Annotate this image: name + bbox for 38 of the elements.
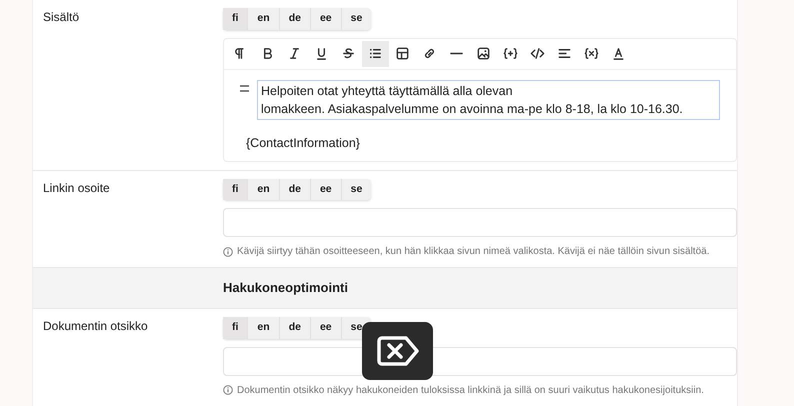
braces-plus-icon	[503, 46, 518, 62]
section-heading: Hakukoneoptimointi	[223, 280, 348, 296]
language-tab[interactable]: fi	[223, 316, 248, 338]
info-icon	[223, 385, 233, 395]
list-item-text: Helpoiten otat yhteyttä täyttämällä alla olevan lomakkeen. Asiakaspalvelumme on avoinna ma-pe klo 8-18, la klo 10-16.30.	[257, 80, 720, 120]
rich-text-editor[interactable]: Helpoiten otat yhteyttä täyttämällä alla olevan lomakkeen. Asiakaspalvelumme on avoinna ma-pe klo 8-18, la klo 10-16.30. {ContactInformation}	[223, 38, 737, 162]
text-input[interactable]	[223, 208, 737, 238]
drag-handle-icon	[240, 84, 249, 92]
language-tab[interactable]: ee	[310, 178, 342, 200]
language-tab[interactable]: de	[280, 8, 311, 30]
language-tab[interactable]: se	[342, 8, 372, 30]
editor-paragraph: {ContactInformation}	[246, 134, 361, 152]
help-text: Kävijä siirtyy tähän osoitteeseen, kun hän klikkaa sivun nimeä valikosta. Kävijä ei näe tällöin sivun sisältöä.	[237, 245, 710, 260]
underline-icon	[314, 46, 329, 62]
image-icon	[476, 46, 491, 62]
table-icon	[395, 46, 410, 62]
help-text: Dokumentin otsikko näkyy hakukoneiden tuloksissa linkkinä ja sillä on suuri vaikutus hakukonesijoituksiin.	[237, 384, 704, 398]
language-tab[interactable]: se	[342, 178, 372, 200]
code-icon	[530, 46, 545, 62]
toolbar-button[interactable]	[362, 40, 389, 67]
braces-x-icon	[584, 46, 599, 62]
field-label: Dokumentin otsikko	[43, 318, 148, 333]
italic-icon	[287, 46, 302, 62]
language-tab[interactable]: ee	[310, 316, 342, 338]
horizontal-rule-icon	[449, 52, 464, 56]
field-label: Linkin osoite	[43, 180, 110, 194]
language-tab[interactable]: en	[248, 316, 280, 338]
language-tab[interactable]: fi	[223, 178, 248, 200]
info-icon	[223, 246, 233, 257]
backspace-icon	[376, 335, 420, 367]
language-tab[interactable]: fi	[223, 8, 248, 30]
language-tab[interactable]: de	[280, 178, 311, 200]
text-color-icon	[611, 46, 626, 62]
language-tab[interactable]: ee	[310, 8, 342, 30]
field-label: Sisältö	[43, 10, 80, 24]
language-tab[interactable]: de	[280, 316, 311, 338]
language-tab[interactable]: en	[248, 178, 280, 200]
language-tab[interactable]: en	[248, 8, 280, 30]
